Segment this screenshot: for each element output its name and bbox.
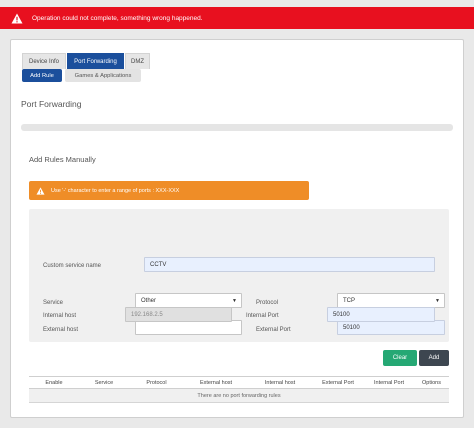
external-port-label: External Port: [256, 327, 291, 333]
rule-form: Custom service name CCTV Service Other ▼…: [29, 209, 449, 342]
internal-port-label: Internal Port: [246, 313, 279, 319]
column-protocol: Protocol: [146, 379, 167, 386]
chevron-down-icon: ▼: [232, 297, 237, 304]
custom-service-input[interactable]: CCTV: [144, 257, 435, 272]
subtab-add-rule[interactable]: Add Rule: [22, 69, 62, 82]
chevron-down-icon: ▼: [435, 297, 440, 304]
protocol-label: Protocol: [256, 300, 279, 306]
warning-icon: [11, 13, 23, 23]
table-header: Enable Service Protocol External host In…: [29, 376, 449, 389]
error-banner: Operation could not complete, something …: [0, 7, 474, 29]
column-internal-port: Internal Port: [374, 379, 404, 386]
tab-bar: Device Info Port Forwarding DMZ: [22, 53, 151, 69]
progress-bar: [21, 124, 453, 131]
main-panel: Device Info Port Forwarding DMZ Add Rule…: [10, 39, 464, 418]
custom-service-label: Custom service name: [43, 263, 102, 269]
add-button[interactable]: Add: [419, 350, 449, 366]
error-message: Operation could not complete, something …: [32, 14, 203, 22]
section-title: Add Rules Manually: [29, 155, 96, 164]
column-service: Service: [94, 379, 114, 386]
warning-icon: [36, 186, 45, 195]
hint-text: Use '-' character to enter a range of po…: [51, 187, 180, 194]
page-title: Port Forwarding: [21, 99, 82, 109]
column-internal-host: Internal host: [264, 379, 296, 386]
protocol-select[interactable]: TCP ▼: [337, 293, 445, 308]
column-options: Options: [422, 379, 441, 386]
internal-host-label: Internal host: [43, 313, 77, 319]
service-value: Other: [141, 297, 157, 304]
table-empty-message: There are no port forwarding rules: [29, 389, 449, 403]
tab-port-forwarding[interactable]: Port Forwarding: [67, 53, 124, 69]
port-range-hint: Use '-' character to enter a range of po…: [29, 181, 309, 200]
rules-table: Enable Service Protocol External host In…: [29, 376, 449, 403]
column-enable: Enable: [45, 379, 63, 386]
column-external-host: External host: [199, 379, 233, 386]
service-select[interactable]: Other ▼: [135, 293, 242, 308]
tab-dmz[interactable]: DMZ: [125, 53, 150, 69]
internal-port-input[interactable]: 50100: [327, 307, 435, 322]
subtab-bar: Add Rule Games & Applications: [22, 69, 144, 82]
external-port-input[interactable]: 50100: [337, 320, 445, 335]
external-host-input[interactable]: [135, 320, 242, 335]
clear-button[interactable]: Clear: [383, 350, 417, 366]
protocol-value: TCP: [343, 297, 355, 304]
internal-host-input[interactable]: 192.168.2.5: [125, 307, 232, 322]
subtab-games-applications[interactable]: Games & Applications: [65, 69, 141, 82]
column-external-port: External Port: [322, 379, 354, 386]
tab-device-info[interactable]: Device Info: [22, 53, 66, 69]
external-host-label: External host: [43, 327, 79, 333]
service-label: Service: [43, 300, 64, 306]
